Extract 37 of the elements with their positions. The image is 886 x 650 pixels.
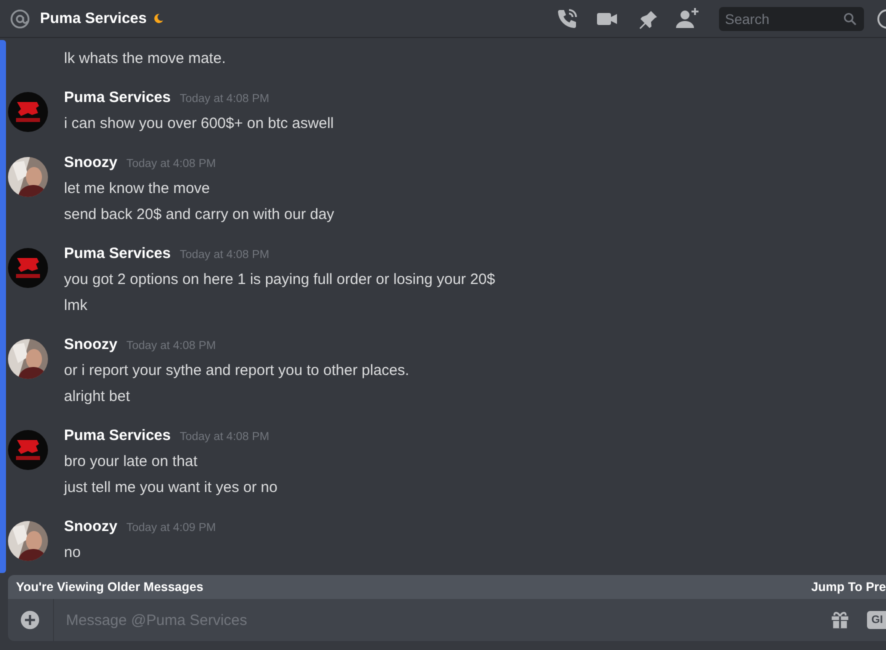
message-text: lmk: [64, 296, 88, 316]
timestamp: Today at 4:08 PM: [180, 93, 270, 105]
jump-to-present-link[interactable]: Jump To Pre: [811, 580, 886, 594]
logo-avatar[interactable]: [8, 430, 48, 470]
author-name[interactable]: Snoozy: [64, 518, 118, 535]
timestamp: Today at 4:09 PM: [126, 522, 216, 534]
author-name[interactable]: Puma Services: [64, 427, 171, 444]
timestamp: Today at 4:08 PM: [180, 431, 270, 443]
message-text: no: [64, 543, 82, 563]
add-friend-icon[interactable]: [675, 6, 699, 30]
timestamp: Today at 4:08 PM: [126, 158, 216, 170]
message-text: lk whats the move mate.: [64, 49, 227, 69]
message-text: or i report your sythe and report you to other places.: [64, 361, 410, 381]
channel-title: Puma Services: [40, 10, 147, 27]
message-text: i can show you over 600$+ on btc aswell: [64, 114, 335, 134]
message-text: send back 20$ and carry on with our day: [64, 205, 336, 225]
timestamp: Today at 4:08 PM: [180, 249, 270, 261]
message-text: you got 2 options on here 1 is paying full order or losing your 20$: [64, 270, 496, 290]
message-text: alright bet: [64, 387, 131, 407]
message-text: bro your late on that: [64, 452, 198, 472]
gift-icon[interactable]: [829, 609, 852, 631]
add-attachment-icon[interactable]: [19, 609, 41, 631]
message-text: just tell me you want it yes or no: [64, 478, 278, 498]
author-name[interactable]: Puma Services: [64, 245, 171, 262]
author-name[interactable]: Puma Services: [64, 89, 171, 106]
logo-avatar[interactable]: [8, 248, 48, 288]
message-text: let me know the move: [64, 179, 211, 199]
author-name[interactable]: Snoozy: [64, 154, 118, 171]
search-field[interactable]: Search: [719, 6, 864, 30]
author-name[interactable]: Snoozy: [64, 336, 118, 353]
gif-button[interactable]: GI: [867, 611, 886, 629]
phone-call-icon[interactable]: [555, 6, 579, 30]
older-messages-label: You're Viewing Older Messages: [16, 580, 204, 594]
at-sign-icon: [10, 8, 30, 28]
logo-avatar[interactable]: [8, 92, 48, 132]
timestamp: Today at 4:08 PM: [126, 340, 216, 352]
search-icon: [843, 12, 857, 26]
